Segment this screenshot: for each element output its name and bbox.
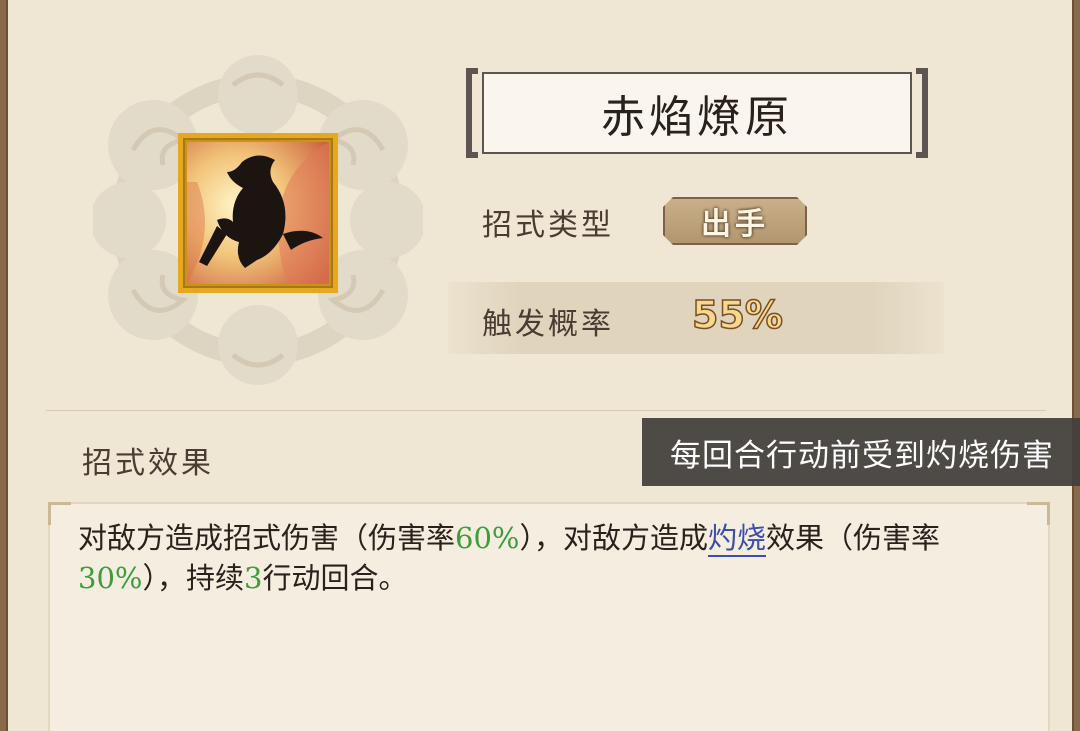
title-bracket-left [466,68,480,158]
corner-ornament-left [48,502,71,525]
corner-ornament-right [1027,502,1050,525]
skill-name: 赤焰燎原 [601,92,793,143]
trigger-probability-value: 55% [691,292,783,338]
damage-rate-value: 60% [455,521,520,555]
desc-part-4: ），持续 [142,561,244,595]
skill-detail-panel: 赤焰燎原 招式类型 出手 触发概率 55% 招式效果 每回合行动前受到灼烧伤害 … [6,0,1080,731]
burn-keyword-link[interactable]: 灼烧 [708,521,767,557]
burn-effect-tooltip: 每回合行动前受到灼烧伤害 [642,418,1080,486]
desc-part-2: ），对敌方造成 [519,521,708,555]
silhouette-fire-swordsman-icon [187,142,329,284]
title-bracket-right [914,68,928,158]
skill-title-plate: 赤焰燎原 [466,68,928,158]
burn-damage-rate-value: 30% [78,561,143,595]
tooltip-text: 每回合行动前受到灼烧伤害 [670,437,1054,474]
desc-part-1: 对敌方造成招式伤害（伤害率 [78,521,456,555]
desc-part-3: 效果（伤害率 [766,521,941,555]
desc-part-5: 行动回合。 [262,561,408,595]
title-plate-inner: 赤焰燎原 [482,72,912,154]
effect-section-label: 招式效果 [82,446,214,481]
skill-type-value: 出手 [701,207,769,242]
section-divider [46,410,1046,411]
skill-icon-frame[interactable] [178,133,338,293]
trigger-probability-label: 触发概率 [482,307,614,342]
effect-description-text: 对敌方造成招式伤害（伤害率60%），对敌方造成灼烧效果（伤害率 30%），持续3行… [78,518,1028,598]
duration-turns-value: 3 [243,561,263,595]
skill-type-badge: 出手 [663,197,807,245]
effect-description-box: 对敌方造成招式伤害（伤害率60%），对敌方造成灼烧效果（伤害率 30%），持续3行… [48,502,1050,731]
skill-type-label: 招式类型 [482,208,614,243]
